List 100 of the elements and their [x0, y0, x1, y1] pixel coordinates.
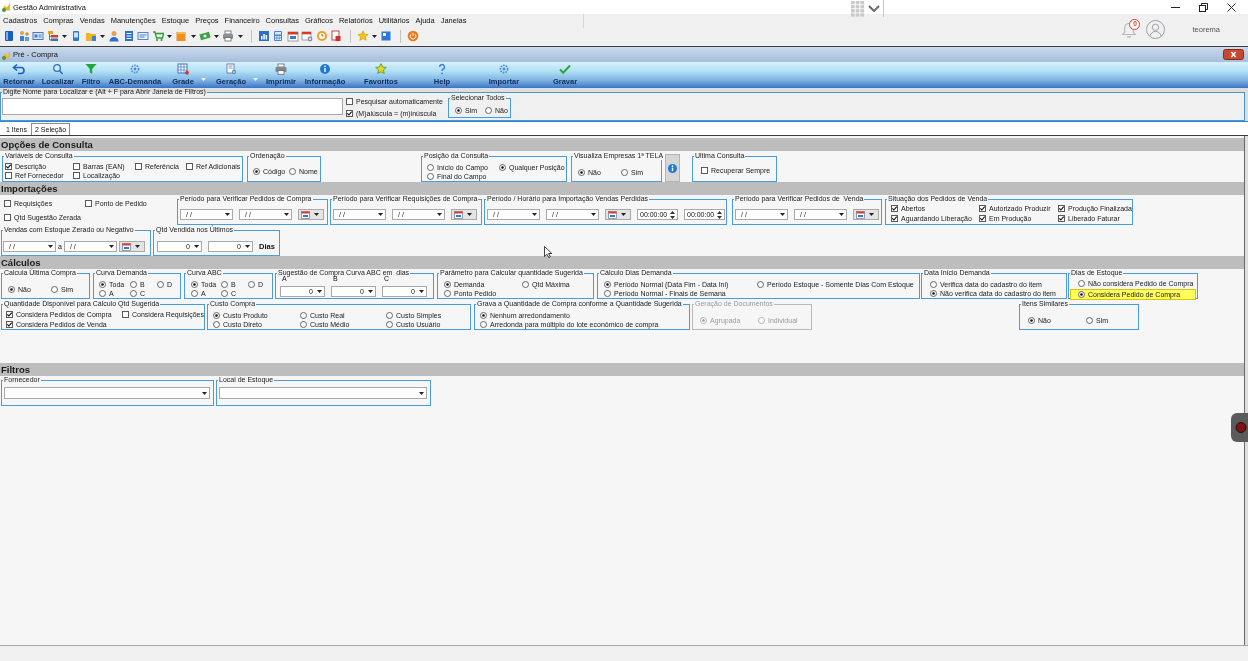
radio-button[interactable]: [130, 281, 137, 288]
report-icon[interactable]: [330, 30, 342, 42]
calendar-button[interactable]: [605, 209, 631, 220]
person-icon[interactable]: [108, 30, 120, 42]
calendar-button[interactable]: [118, 241, 145, 252]
radio-button[interactable]: [604, 290, 611, 297]
radio-button[interactable]: [604, 281, 611, 288]
checkbox[interactable]: [979, 205, 986, 212]
calculator-icon[interactable]: [272, 30, 284, 42]
card-icon[interactable]: [32, 30, 44, 42]
checkbox[interactable]: [186, 163, 193, 170]
radio-button[interactable]: [1078, 291, 1085, 298]
radio-button[interactable]: [455, 107, 462, 114]
calendar-button[interactable]: [451, 209, 477, 220]
printer-icon[interactable]: [222, 30, 234, 42]
radio-button[interactable]: [757, 281, 764, 288]
close-icon[interactable]: [1223, 49, 1244, 60]
window-icon[interactable]: [380, 30, 392, 42]
dropdown-field[interactable]: [219, 387, 427, 399]
radio-button[interactable]: [8, 286, 15, 293]
radio-button[interactable]: [221, 290, 228, 297]
radio-button[interactable]: [1078, 280, 1085, 287]
radio-button[interactable]: [191, 290, 198, 297]
caret-icon[interactable]: [214, 34, 219, 38]
radio-button[interactable]: [300, 321, 307, 328]
caret-icon[interactable]: [167, 34, 172, 38]
radio-button[interactable]: [930, 281, 937, 288]
radio-button[interactable]: [248, 281, 255, 288]
checkbox[interactable]: [4, 200, 11, 207]
radio-button[interactable]: [930, 290, 937, 297]
radio-button[interactable]: [386, 321, 393, 328]
radio-button[interactable]: [289, 168, 296, 175]
dropdown-field[interactable]: [4, 387, 210, 399]
search-field[interactable]: [2, 98, 343, 115]
checkbox[interactable]: [346, 98, 353, 105]
book-icon[interactable]: [3, 30, 15, 42]
power-icon[interactable]: [406, 30, 419, 42]
caret-icon[interactable]: [62, 34, 67, 38]
checkbox[interactable]: [891, 215, 898, 222]
radio-button[interactable]: [213, 312, 220, 319]
calendar-gear-icon[interactable]: [301, 30, 313, 42]
radio-button[interactable]: [221, 281, 228, 288]
radio-button[interactable]: [300, 312, 307, 319]
radio-button[interactable]: [253, 168, 260, 175]
checkbox[interactable]: [1058, 205, 1065, 212]
checkbox[interactable]: [122, 311, 129, 318]
handle-icon[interactable]: [1231, 413, 1248, 442]
card-icon[interactable]: [137, 30, 149, 42]
radio-button[interactable]: [386, 312, 393, 319]
radio-button[interactable]: [99, 281, 106, 288]
radio-button[interactable]: [444, 281, 451, 288]
radio-button[interactable]: [480, 312, 487, 319]
radio-button[interactable]: [157, 281, 164, 288]
restore-icon[interactable]: [1199, 2, 1208, 12]
org-chart-icon[interactable]: [46, 30, 59, 42]
radio-button[interactable]: [1028, 317, 1035, 324]
radio-button[interactable]: [130, 290, 137, 297]
checkbox[interactable]: [1058, 215, 1065, 222]
radio-button[interactable]: [1086, 317, 1093, 324]
checkbox[interactable]: [979, 215, 986, 222]
radio-button[interactable]: [427, 173, 434, 180]
radio-button[interactable]: [499, 164, 506, 171]
radio-button[interactable]: [99, 290, 106, 297]
radio-button[interactable]: [621, 169, 628, 176]
radio-button[interactable]: [480, 321, 487, 328]
phone-icon[interactable]: [70, 30, 82, 42]
checkbox[interactable]: [4, 214, 11, 221]
checkbox[interactable]: [5, 163, 12, 170]
caret-icon[interactable]: [237, 34, 243, 38]
checkbox[interactable]: [73, 163, 80, 170]
checkbox[interactable]: [701, 167, 708, 174]
checkbox[interactable]: [346, 110, 353, 117]
radio-button[interactable]: [485, 107, 492, 114]
radio-button[interactable]: [522, 281, 529, 288]
checkbox[interactable]: [73, 172, 80, 179]
bar-chart-icon[interactable]: [257, 30, 270, 42]
checkbox[interactable]: [6, 311, 13, 318]
checkbox[interactable]: [135, 163, 142, 170]
calendar-button[interactable]: [298, 209, 324, 220]
document-icon[interactable]: [122, 30, 135, 42]
radio-button[interactable]: [51, 286, 58, 293]
radio-button[interactable]: [191, 281, 198, 288]
caret-icon[interactable]: [100, 34, 105, 38]
star-icon[interactable]: [356, 30, 369, 42]
chevron-down-icon[interactable]: [868, 5, 880, 12]
calendar-button[interactable]: [853, 209, 879, 220]
checkbox[interactable]: [6, 321, 13, 328]
radio-button[interactable]: [427, 164, 434, 171]
checkbox[interactable]: [85, 200, 92, 207]
caret-icon[interactable]: [372, 34, 377, 38]
folder-icon[interactable]: [84, 30, 97, 42]
checkbox[interactable]: [891, 205, 898, 212]
people-icon[interactable]: [17, 30, 30, 42]
calendar-icon[interactable]: [286, 30, 299, 42]
radio-button[interactable]: [444, 290, 451, 297]
radio-button[interactable]: [578, 169, 585, 176]
info-button[interactable]: [665, 154, 680, 182]
checkbox[interactable]: [5, 172, 12, 179]
caret-icon[interactable]: [190, 34, 196, 38]
close-icon[interactable]: [1227, 2, 1236, 12]
